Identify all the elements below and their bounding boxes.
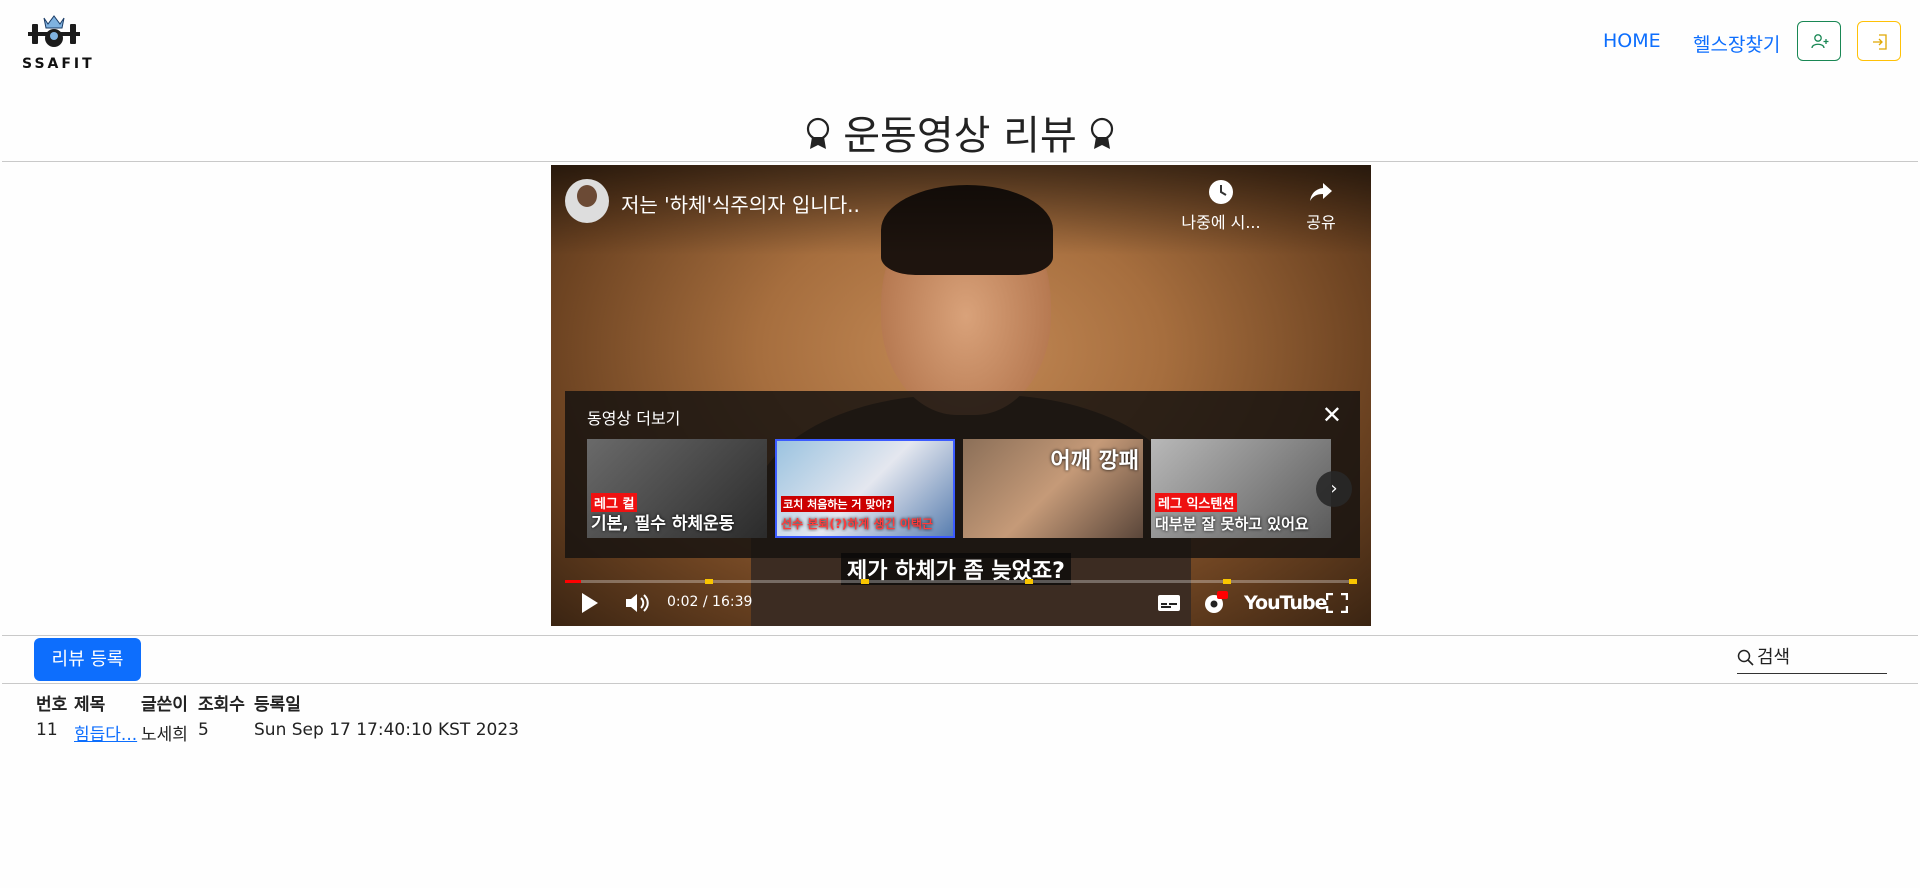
search-input[interactable] [1757, 644, 1887, 670]
more-videos-panel: 동영상 더보기 ✕ 레그 컬 기본, 필수 하체운동 코치 처음하는 거 맞아?… [565, 391, 1360, 558]
user-plus-icon [1811, 34, 1829, 49]
thumb-upper-caption: 코치 처음하는 거 맞아? [781, 496, 894, 512]
channel-avatar[interactable] [565, 179, 609, 223]
nav-home-link[interactable]: HOME [1603, 30, 1661, 52]
close-icon[interactable]: ✕ [1322, 401, 1342, 429]
row-author: 노세희 [141, 725, 188, 745]
row-title-link[interactable]: 힘듭다... [74, 720, 140, 745]
watch-later-button[interactable]: 나중에 시... [1179, 179, 1263, 233]
suggested-video-thumb[interactable]: 어깨 깡패 [963, 439, 1143, 538]
share-button[interactable]: 공유 [1296, 179, 1346, 233]
table-header-no: 번호 [36, 695, 68, 715]
more-videos-title: 동영상 더보기 [587, 409, 681, 428]
dumbbell-icon [28, 15, 80, 47]
clock-icon [1209, 180, 1233, 204]
search-icon [1737, 649, 1754, 666]
subtitles-icon[interactable] [1157, 594, 1181, 612]
page-title: 운동영상 리뷰 [0, 103, 1920, 161]
thumb-caption: 어깨 깡패 [1050, 449, 1139, 474]
row-no: 11 [36, 720, 58, 740]
search-box [1737, 644, 1887, 674]
share-label: 공유 [1306, 213, 1336, 232]
table-header-title: 제목 [74, 695, 106, 715]
medal-icon [1089, 115, 1115, 161]
video-title[interactable]: 저는 '하체'식주의자 입니다.. [621, 189, 860, 218]
suggested-video-thumb[interactable]: 레그 익스텐션 대부분 잘 못하고 있어요 [1151, 439, 1331, 538]
share-icon [1310, 183, 1332, 201]
ssafit-logo[interactable]: SSAFIT [22, 14, 95, 76]
video-controls: 0:02 / 16:39 YouTube [551, 580, 1371, 626]
video-time: 0:02 / 16:39 [667, 594, 753, 610]
play-icon[interactable] [581, 592, 599, 614]
signup-button[interactable] [1797, 21, 1841, 61]
row-date: Sun Sep 17 17:40:10 KST 2023 [254, 720, 519, 740]
page-title-text: 운동영상 리뷰 [843, 113, 1077, 159]
add-review-button[interactable]: 리뷰 등록 [34, 638, 141, 681]
video-player[interactable]: 저는 '하체'식주의자 입니다.. 나중에 시... 공유 동영상 더보기 ✕ … [551, 165, 1371, 626]
nav-find-gym-link[interactable]: 헬스장찾기 [1693, 30, 1780, 57]
suggested-video-thumb[interactable]: 코치 처음하는 거 맞아? 선수 본퇴(?)하게 생긴 이택근 [775, 439, 955, 538]
chevron-right-icon[interactable]: › [1316, 471, 1352, 507]
settings-icon[interactable] [1202, 590, 1228, 616]
navbar: SSAFIT HOME 헬스장찾기 [0, 0, 1920, 96]
thumb-tag: 레그 익스텐션 [1155, 493, 1238, 512]
thumb-caption: 기본, 필수 하체운동 [591, 514, 735, 534]
volume-icon[interactable] [625, 592, 651, 614]
divider [2, 635, 1918, 636]
table-header-views: 조회수 [198, 695, 245, 715]
login-button[interactable] [1857, 21, 1901, 61]
divider [2, 683, 1918, 684]
login-icon [1873, 34, 1887, 50]
logo-text: SSAFIT [22, 56, 95, 72]
thumb-caption: 선수 본퇴(?)하게 생긴 이택근 [781, 517, 933, 531]
suggested-video-thumb[interactable]: 레그 컬 기본, 필수 하체운동 [587, 439, 767, 538]
divider [2, 161, 1918, 162]
fullscreen-icon[interactable] [1326, 593, 1348, 613]
row-views: 5 [198, 720, 209, 740]
thumb-caption: 대부분 잘 못하고 있어요 [1155, 515, 1309, 533]
medal-icon [805, 115, 831, 161]
youtube-logo[interactable]: YouTube [1244, 592, 1327, 614]
watch-later-label: 나중에 시... [1181, 213, 1261, 232]
table-header-date: 등록일 [254, 695, 301, 715]
table-header-author: 글쓴이 [141, 695, 188, 715]
